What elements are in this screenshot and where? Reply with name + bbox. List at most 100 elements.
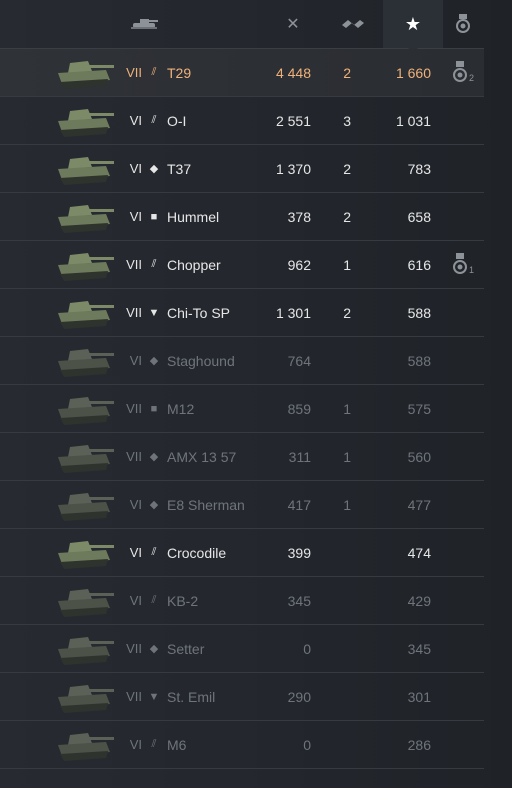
tank-image <box>52 581 118 621</box>
tank-icon <box>131 19 158 29</box>
medal-icon <box>453 61 467 82</box>
vehicle-name: Hummel <box>167 208 220 225</box>
heavy-tank-icon: ⫽ <box>151 594 157 606</box>
table-row[interactable]: VI ⫽ O-I 2 551 3 1 031 <box>0 97 484 145</box>
vehicle-name: E8 Sherman <box>167 496 245 513</box>
tank-image <box>52 677 118 717</box>
tier-label: VI <box>129 593 142 608</box>
table-body: VII ⫽ T29 4 448 2 1 660 2 VI ⫽ O-I 2 551 3 1 031 VI ◆ T… <box>0 49 484 769</box>
sort-wins-header[interactable] <box>336 0 370 48</box>
medal-icon <box>453 253 467 274</box>
tank-image <box>52 629 118 669</box>
wins-value <box>320 529 351 576</box>
tier-label: VII <box>126 65 142 80</box>
battles-value: 1 370 <box>275 160 311 177</box>
table-row[interactable]: VII ▼ St. Emil 290 301 <box>0 673 484 721</box>
heavy-tank-icon: ⫽ <box>151 66 157 78</box>
medal-icon <box>456 14 470 33</box>
score-value: 1 031 <box>395 112 431 129</box>
table-row[interactable]: VII ⫽ Chopper 962 1 616 1 <box>0 241 484 289</box>
score-value: 560 <box>407 448 431 465</box>
sort-score-header[interactable]: ★ <box>383 0 443 53</box>
score-value: 1 660 <box>395 64 431 81</box>
table-row[interactable]: VII ▼ Chi-To SP 1 301 2 588 <box>0 289 484 337</box>
battles-value: 764 <box>287 352 311 369</box>
tank-image <box>52 101 118 141</box>
tier-label: VI <box>129 497 142 512</box>
vehicle-name: O-I <box>167 112 187 129</box>
tier-label: VI <box>129 545 142 560</box>
wins-value: 2 <box>343 160 351 177</box>
wins-value <box>320 721 351 768</box>
tier-label: VI <box>129 737 142 752</box>
wins-value: 2 <box>343 304 351 321</box>
vehicle-name: AMX 13 57 <box>167 448 237 465</box>
vehicle-name: Staghound <box>167 352 235 369</box>
vehicle-name: Setter <box>167 640 205 657</box>
sort-medal-header[interactable] <box>448 0 478 48</box>
battles-value: 0 <box>303 640 311 657</box>
score-value: 477 <box>407 496 431 513</box>
medium-tank-icon: ◆ <box>149 451 159 463</box>
medal-count: 2 <box>469 73 475 83</box>
wins-value: 1 <box>343 496 351 513</box>
tier-label: VII <box>126 257 142 272</box>
table-row[interactable]: VII ■ M12 859 1 575 <box>0 385 484 433</box>
vehicle-name: T37 <box>167 160 192 177</box>
battles-value: 4 448 <box>275 64 311 81</box>
medium-tank-icon: ◆ <box>149 355 159 367</box>
wins-value: 3 <box>343 112 351 129</box>
tier-label: VII <box>126 449 142 464</box>
battles-value: 859 <box>287 400 311 417</box>
wins-value <box>320 625 351 672</box>
battles-value: 2 551 <box>275 112 311 129</box>
table-row[interactable]: VI ■ Hummel 378 2 658 <box>0 193 484 241</box>
table-row[interactable]: VII ◆ AMX 13 57 311 1 560 <box>0 433 484 481</box>
score-value: 588 <box>407 352 431 369</box>
wins-value <box>320 577 351 624</box>
medal-count: 1 <box>469 265 475 275</box>
wins-value <box>320 673 351 720</box>
table-header: ✕ ★ <box>0 0 484 53</box>
spg-icon: ■ <box>150 210 158 223</box>
table-row[interactable]: VI ◆ T37 1 370 2 783 <box>0 145 484 193</box>
table-row[interactable]: VII ◆ Setter 0 345 <box>0 625 484 673</box>
battles-value: 378 <box>287 208 311 225</box>
wins-value <box>320 337 351 384</box>
tier-label: VI <box>129 161 142 176</box>
vehicle-name: St. Emil <box>167 688 216 705</box>
tank-image <box>52 245 118 285</box>
score-value: 575 <box>407 400 431 417</box>
table-row[interactable]: VI ⫽ KB-2 345 429 <box>0 577 484 625</box>
battles-value: 311 <box>288 448 311 465</box>
tank-image <box>52 485 118 525</box>
tier-label: VI <box>129 353 142 368</box>
table-row[interactable]: VI ⫽ M6 0 286 <box>0 721 484 769</box>
battles-value: 290 <box>287 688 311 705</box>
battles-value: 417 <box>287 496 311 513</box>
table-row[interactable]: VII ⫽ T29 4 448 2 1 660 2 <box>0 49 484 97</box>
tier-label: VII <box>126 305 142 320</box>
sort-battles-header[interactable]: ✕ <box>278 0 308 48</box>
wins-value: 2 <box>343 64 351 81</box>
score-value: 301 <box>407 688 431 705</box>
sort-vehicle-header[interactable] <box>120 0 170 48</box>
battles-value: 345 <box>287 592 311 609</box>
medal-badge: 2 <box>452 61 474 83</box>
table-row[interactable]: VI ⫽ Crocodile 399 474 <box>0 529 484 577</box>
tank-image <box>52 437 118 477</box>
wins-value: 2 <box>343 208 351 225</box>
table-row[interactable]: VI ◆ E8 Sherman 417 1 477 <box>0 481 484 529</box>
battles-value: 0 <box>303 736 311 753</box>
tank-destroyer-icon: ▼ <box>148 306 160 319</box>
battles-value: 962 <box>287 256 311 273</box>
tier-label: VII <box>126 401 142 416</box>
battles-value: 1 301 <box>275 304 311 321</box>
tank-image <box>52 725 118 765</box>
star-icon: ★ <box>404 13 422 34</box>
score-value: 783 <box>407 160 431 177</box>
score-value: 286 <box>407 736 431 753</box>
tank-image <box>52 149 118 189</box>
table-row[interactable]: VI ◆ Staghound 764 588 <box>0 337 484 385</box>
tank-image <box>52 389 118 429</box>
